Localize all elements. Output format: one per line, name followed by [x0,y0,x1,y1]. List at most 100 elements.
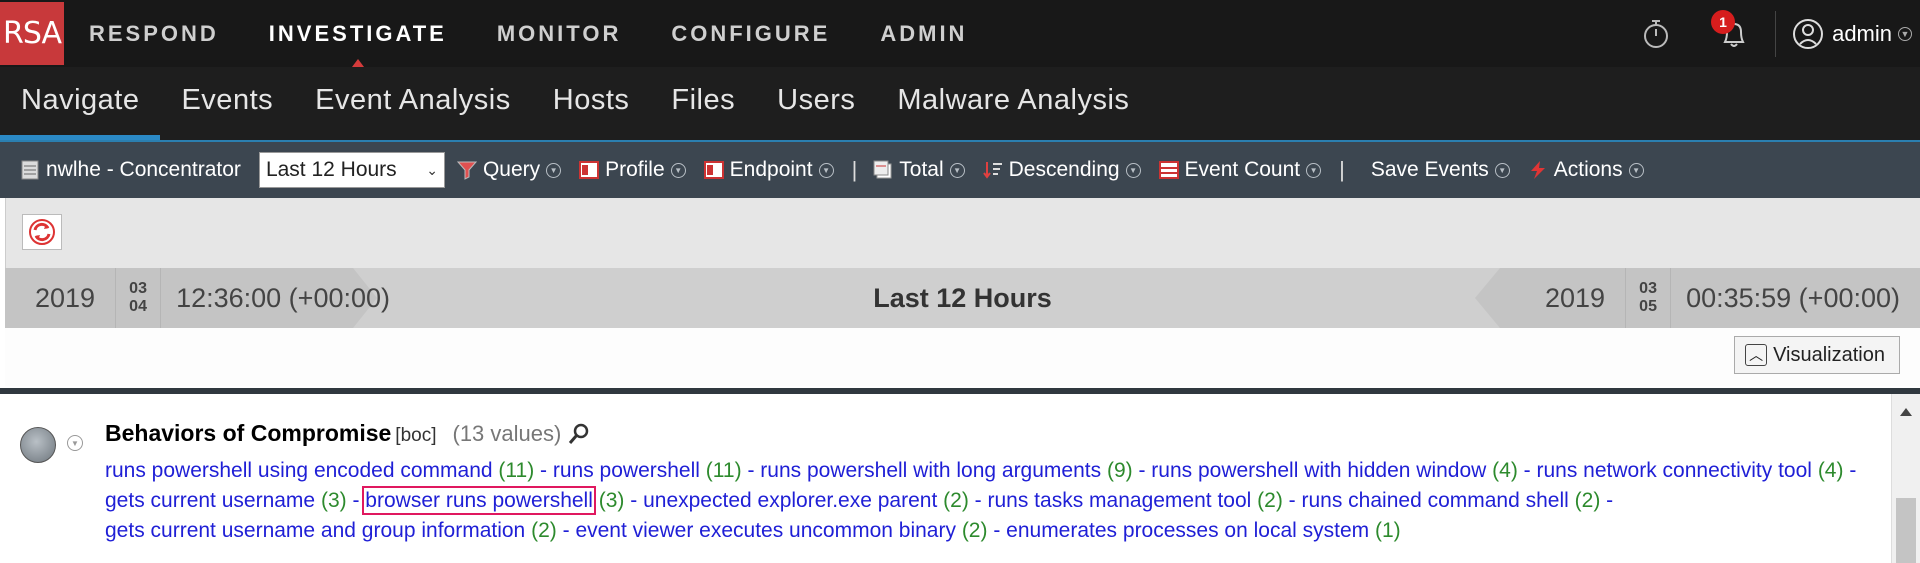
time-range-bar: Last 12 Hours 2019 03 04 12:36:00 (+00:0… [5,268,1920,328]
chevron-down-icon: ▼ [1494,162,1510,178]
meta-value-link[interactable]: browser runs powershell [362,486,596,515]
meta-value-link[interactable]: gets current username [105,489,315,512]
start-day: 04 [129,298,147,315]
visualization-label: Visualization [1773,343,1885,366]
lightning-icon [1530,161,1545,179]
end-month: 03 [1639,280,1657,297]
meta-value-item[interactable]: runs powershell with long arguments (9) [760,459,1132,482]
event-count-label: Event Count [1184,158,1301,181]
meta-value-link[interactable]: runs powershell with long arguments [760,459,1101,482]
meta-key: [boc] [395,425,437,446]
filter-icon [456,161,477,180]
nav-configure[interactable]: CONFIGURE [646,0,855,67]
top-right-controls: 1 admin ▼ [1639,0,1920,67]
meta-value-count: (4) [1817,459,1844,482]
meta-value-count: (1) [1375,519,1401,542]
meta-value-count: (2) [943,489,969,512]
profile-icon [579,161,600,179]
stopwatch-icon[interactable] [1639,17,1673,51]
event-count-menu[interactable]: Event Count ▼ [1158,158,1322,182]
meta-value-item[interactable]: runs chained command shell (2) [1302,489,1601,512]
tab-navigate[interactable]: Navigate [0,67,161,140]
chevron-down-icon: ▼ [949,162,965,178]
rsa-logo[interactable]: RSA [0,2,64,65]
time-range-value: Last 12 Hours [265,158,397,181]
meta-value-item[interactable]: event viewer executes uncommon binary (2… [575,519,987,542]
search-icon[interactable] [567,422,591,446]
tab-events[interactable]: Events [160,67,294,140]
meta-key-header: Behaviors of Compromise [boc] (13 values… [105,420,591,447]
meta-title[interactable]: Behaviors of Compromise [105,420,391,447]
meta-value-link[interactable]: unexpected explorer.exe parent [643,489,937,512]
pages-icon [873,160,892,179]
meta-value-link[interactable]: runs powershell with hidden window [1151,459,1486,482]
tab-hosts[interactable]: Hosts [532,67,651,140]
service-selector[interactable]: nwlhe - Concentrator [20,158,241,182]
meta-value-count: (2) [961,519,988,542]
profile-label: Profile [605,158,665,181]
meta-value-item[interactable]: unexpected explorer.exe parent (2) [643,489,969,512]
tab-users[interactable]: Users [756,67,876,140]
meta-value-item[interactable]: browser runs powershell (3) [362,486,624,515]
meta-value-item[interactable]: runs powershell with hidden window (4) [1151,459,1518,482]
time-range-select[interactable]: Last 12 Hours ⌄ [258,152,445,188]
scroll-thumb[interactable] [1896,498,1916,563]
value-separator: - [747,459,761,482]
select-arrow-icon: ⌄ [426,162,438,178]
meta-value-link[interactable]: runs network connectivity tool [1537,459,1812,482]
start-time[interactable]: 2019 03 04 12:36:00 (+00:00) [5,268,390,328]
sort-descending-icon [982,162,1002,179]
username[interactable]: admin [1832,21,1892,47]
tab-malware-analysis[interactable]: Malware Analysis [876,67,1150,140]
meta-value-link[interactable]: runs chained command shell [1302,489,1569,512]
notifications-button[interactable]: 1 [1711,9,1753,54]
collapse-chevron-icon[interactable]: ▼ [67,435,83,451]
meta-value-item[interactable]: gets current username and group informat… [105,519,557,542]
meta-value-link[interactable]: event viewer executes uncommon binary [575,519,956,542]
primary-nav: RESPOND INVESTIGATE MONITOR CONFIGURE AD… [64,0,992,67]
meta-value-item[interactable]: gets current username (3) [105,489,347,512]
meta-value-item[interactable]: runs network connectivity tool (4) [1537,459,1844,482]
meta-value-count: (11) [705,459,742,482]
actions-label: Actions [1553,158,1623,181]
user-avatar-icon[interactable] [1792,18,1824,50]
sort-order-menu[interactable]: Descending ▼ [982,158,1141,182]
query-label: Query [482,158,541,181]
value-separator: - [1138,459,1152,482]
tab-event-analysis[interactable]: Event Analysis [294,67,532,140]
scroll-up-icon[interactable] [1900,408,1912,416]
total-menu[interactable]: Total ▼ [873,158,965,182]
active-caret-icon [351,59,364,67]
nav-monitor[interactable]: MONITOR [472,0,646,67]
meta-value-link[interactable]: runs powershell [553,459,700,482]
meta-value-item[interactable]: runs tasks management tool (2) [988,489,1283,512]
meta-value-item[interactable]: enumerates processes on local system (1) [1006,519,1401,542]
query-menu[interactable]: Query ▼ [456,158,562,182]
end-time[interactable]: 2019 03 05 00:35:59 (+00:00) [1545,268,1920,328]
visualization-row: ︿ Visualization [5,328,1920,386]
nav-investigate[interactable]: INVESTIGATE [244,0,472,67]
refresh-button[interactable] [22,214,62,250]
endpoint-menu[interactable]: Endpoint ▼ [703,158,834,182]
vertical-scrollbar[interactable] [1891,394,1920,563]
nav-admin[interactable]: ADMIN [855,0,992,67]
meta-value-link[interactable]: enumerates processes on local system [1006,519,1369,542]
meta-value-count: (2) [1574,489,1601,512]
refresh-row [5,198,1920,268]
meta-value-item[interactable]: runs powershell using encoded command (1… [105,459,534,482]
actions-menu[interactable]: Actions ▼ [1528,158,1644,182]
tab-files[interactable]: Files [650,67,756,140]
meta-value-link[interactable]: runs tasks management tool [988,489,1252,512]
meta-values-list: runs powershell using encoded command (1… [105,456,1865,546]
profile-menu[interactable]: Profile ▼ [579,158,686,182]
meta-value-link[interactable]: gets current username and group informat… [105,519,525,542]
service-label: nwlhe - Concentrator [46,158,241,181]
nav-respond[interactable]: RESPOND [64,0,244,67]
endpoint-label: Endpoint [729,158,813,181]
user-menu-chevron-icon[interactable]: ▼ [1898,26,1912,41]
visualization-button[interactable]: ︿ Visualization [1734,336,1900,374]
chevron-up-icon: ︿ [1745,344,1768,366]
save-events-menu[interactable]: Save Events ▼ [1371,158,1510,182]
meta-value-link[interactable]: runs powershell using encoded command [105,459,493,482]
meta-value-item[interactable]: runs powershell (11) [553,459,742,482]
